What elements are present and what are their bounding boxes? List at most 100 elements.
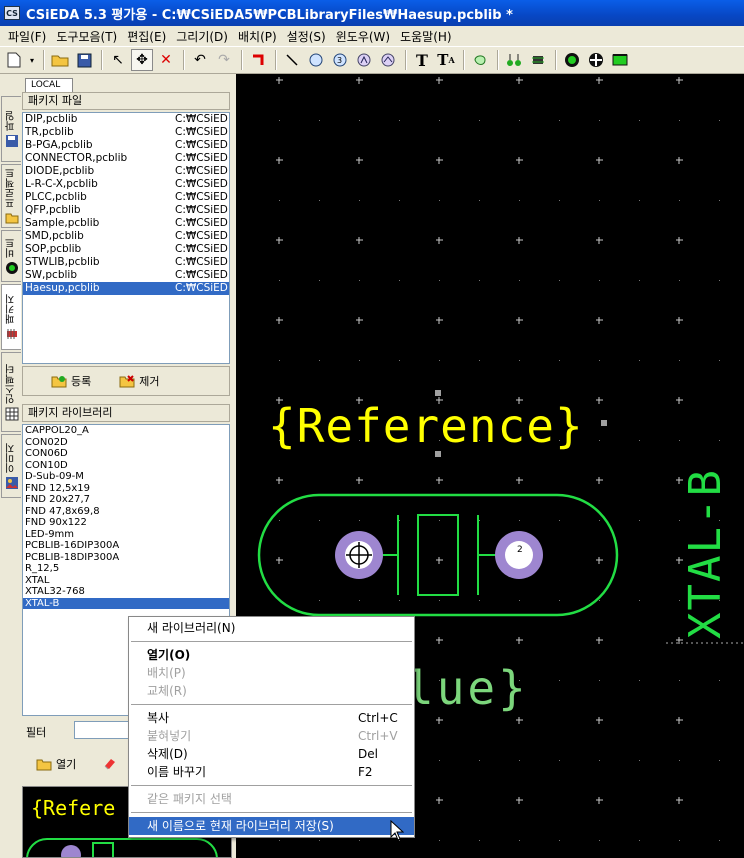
context-menu-item[interactable]: 새 라이브러리(N) bbox=[129, 619, 414, 637]
context-menu-item[interactable]: 삭제(D) Del bbox=[129, 745, 414, 763]
value-text[interactable]: lue} bbox=[406, 661, 529, 715]
grid-cross bbox=[356, 317, 363, 324]
redo-icon[interactable]: ↷ bbox=[213, 49, 235, 71]
package-library-item[interactable]: R_12,5 bbox=[23, 563, 229, 575]
package-file-row[interactable]: L-R-C-X,pcblib C:₩CSiED bbox=[23, 178, 229, 191]
package-file-row[interactable]: QFP,pcblib C:₩CSiED bbox=[23, 204, 229, 217]
package-library-item[interactable]: CAPPOL20_A bbox=[23, 425, 229, 437]
package-library-item[interactable]: XTAL bbox=[23, 575, 229, 587]
side-tab-project[interactable]: 프로젝트 bbox=[1, 164, 21, 228]
package-library-item[interactable]: FND 90x122 bbox=[23, 517, 229, 529]
context-menu-item[interactable]: 새 이름으로 현재 라이브러리 저장(S) bbox=[129, 817, 414, 835]
context-menu-item[interactable]: 같은 패키지 선택 bbox=[129, 790, 414, 808]
package-file-name: B-PGA,pcblib bbox=[25, 139, 93, 151]
package-file-row[interactable]: B-PGA,pcblib C:₩CSiED bbox=[23, 139, 229, 152]
package-library-item[interactable]: FND 47,8x69,8 bbox=[23, 506, 229, 518]
selection-handle[interactable] bbox=[435, 390, 441, 396]
text-attribute-icon[interactable]: TA bbox=[435, 49, 457, 71]
remove-button[interactable]: 제거 bbox=[119, 373, 160, 389]
package-file-row[interactable]: DIP,pcblib C:₩CSiED bbox=[23, 113, 229, 126]
menu-window[interactable]: 윈도우(W) bbox=[332, 28, 396, 45]
context-menu-item[interactable]: 복사 Ctrl+C bbox=[129, 709, 414, 727]
selection-handle[interactable] bbox=[601, 420, 607, 426]
menu-help[interactable]: 도움말(H) bbox=[396, 28, 458, 45]
selection-handle[interactable] bbox=[435, 451, 441, 457]
track-icon[interactable] bbox=[247, 49, 269, 71]
package-library-item[interactable]: PCBLIB-18DIP300A bbox=[23, 552, 229, 564]
circle-icon[interactable] bbox=[305, 49, 327, 71]
package-library-item[interactable]: CON10D bbox=[23, 460, 229, 472]
dropdown-arrow-icon[interactable]: ▾ bbox=[27, 49, 37, 71]
side-tab-package[interactable]: 패키지 bbox=[1, 284, 21, 350]
new-file-icon[interactable] bbox=[3, 49, 25, 71]
package-files-list[interactable]: DIP,pcblib C:₩CSiED TR,pcblib C:₩CSiED B-PGA… bbox=[22, 112, 230, 364]
side-tab-inspector[interactable]: 인스펙터 bbox=[1, 352, 21, 432]
undo-icon[interactable]: ↶ bbox=[189, 49, 211, 71]
package-library-item[interactable]: XTAL-B bbox=[23, 597, 229, 609]
chip-icon[interactable] bbox=[527, 49, 549, 71]
context-menu-item[interactable]: 열기(O) bbox=[129, 646, 414, 664]
side-tab-bit[interactable]: 비트 bbox=[1, 230, 21, 282]
text-icon[interactable]: T bbox=[411, 49, 433, 71]
menu-settings[interactable]: 설정(S) bbox=[283, 28, 332, 45]
menu-draw[interactable]: 그리기(D) bbox=[172, 28, 234, 45]
component-outline[interactable] bbox=[257, 493, 619, 617]
filter-input[interactable] bbox=[74, 721, 134, 739]
package-library-item[interactable]: PCBLIB-16DIP300A bbox=[23, 540, 229, 552]
package-file-row[interactable]: Sample,pcblib C:₩CSiED bbox=[23, 217, 229, 230]
polygon-icon[interactable] bbox=[469, 49, 491, 71]
context-menu-item[interactable]: 교체(R) bbox=[129, 682, 414, 700]
side-tab-file[interactable]: 파일 bbox=[1, 96, 21, 162]
menu-file[interactable]: 파일(F) bbox=[4, 28, 52, 45]
package-file-row[interactable]: CONNECTOR,pcblib C:₩CSiED bbox=[23, 152, 229, 165]
context-menu-item[interactable]: 배치(P) bbox=[129, 664, 414, 682]
move-icon[interactable]: ✥ bbox=[131, 49, 153, 71]
package-library-item[interactable]: CON06D bbox=[23, 448, 229, 460]
open-button[interactable]: 열기 bbox=[36, 756, 76, 772]
context-menu-item[interactable]: 이름 바꾸기 F2 bbox=[129, 763, 414, 781]
package-library-item[interactable]: FND 12,5x19 bbox=[23, 483, 229, 495]
board-icon[interactable] bbox=[609, 49, 631, 71]
menu-toolbars[interactable]: 도구모음(T) bbox=[52, 28, 123, 45]
package-library-item[interactable]: XTAL32-768 bbox=[23, 586, 229, 598]
package-library-item[interactable]: CON02D bbox=[23, 437, 229, 449]
arc-alt-icon[interactable] bbox=[377, 49, 399, 71]
side-tab-image[interactable]: 이미지 bbox=[1, 434, 21, 498]
pointer-icon[interactable]: ↖ bbox=[107, 49, 129, 71]
package-file-row[interactable]: Haesup,pcblib C:₩CSiED bbox=[23, 282, 229, 295]
crosshair-icon[interactable] bbox=[585, 49, 607, 71]
package-library-item[interactable]: D-Sub-09-M bbox=[23, 471, 229, 483]
arc-icon[interactable] bbox=[353, 49, 375, 71]
grid-dot bbox=[719, 120, 720, 121]
save-icon[interactable] bbox=[73, 49, 95, 71]
line-icon[interactable] bbox=[281, 49, 303, 71]
pad-green-icon[interactable] bbox=[561, 49, 583, 71]
open-folder-icon[interactable] bbox=[49, 49, 71, 71]
component-icon[interactable] bbox=[503, 49, 525, 71]
numbered-pad-icon[interactable]: 3 bbox=[329, 49, 351, 71]
package-file-row[interactable]: SMD,pcblib C:₩CSiED bbox=[23, 230, 229, 243]
part-name-text[interactable]: XTAL-B bbox=[680, 468, 731, 639]
reference-text[interactable]: {Reference} bbox=[268, 399, 584, 453]
package-file-path: C:₩CSiED bbox=[175, 165, 228, 177]
package-library-item[interactable]: LED-9mm bbox=[23, 529, 229, 541]
package-file-row[interactable]: DIODE,pcblib C:₩CSiED bbox=[23, 165, 229, 178]
title-bar[interactable]: CS CSiEDA 5.3 평가용 - C:₩CSiEDA5₩PCBLibrar… bbox=[0, 0, 744, 26]
delete-x-icon[interactable]: ✕ bbox=[155, 49, 177, 71]
context-menu-item[interactable]: 붙혀넣기 Ctrl+V bbox=[129, 727, 414, 745]
register-button[interactable]: 등록 bbox=[51, 373, 91, 389]
package-library-item[interactable]: FND 20x27,7 bbox=[23, 494, 229, 506]
package-file-row[interactable]: SW,pcblib C:₩CSiED bbox=[23, 269, 229, 282]
menu-place[interactable]: 배치(P) bbox=[234, 28, 283, 45]
grid-cross bbox=[436, 317, 443, 324]
package-file-row[interactable]: STWLIB,pcblib C:₩CSiED bbox=[23, 256, 229, 269]
pad-2[interactable]: 2 bbox=[495, 531, 543, 579]
package-file-row[interactable]: PLCC,pcblib C:₩CSiED bbox=[23, 191, 229, 204]
grid-dot bbox=[479, 760, 480, 761]
package-file-row[interactable]: SOP,pcblib C:₩CSiED bbox=[23, 243, 229, 256]
local-tab[interactable]: LOCAL bbox=[25, 78, 73, 92]
pad-1[interactable] bbox=[335, 531, 383, 579]
eraser-icon[interactable] bbox=[102, 756, 118, 773]
menu-edit[interactable]: 편집(E) bbox=[123, 28, 172, 45]
package-file-row[interactable]: TR,pcblib C:₩CSiED bbox=[23, 126, 229, 139]
